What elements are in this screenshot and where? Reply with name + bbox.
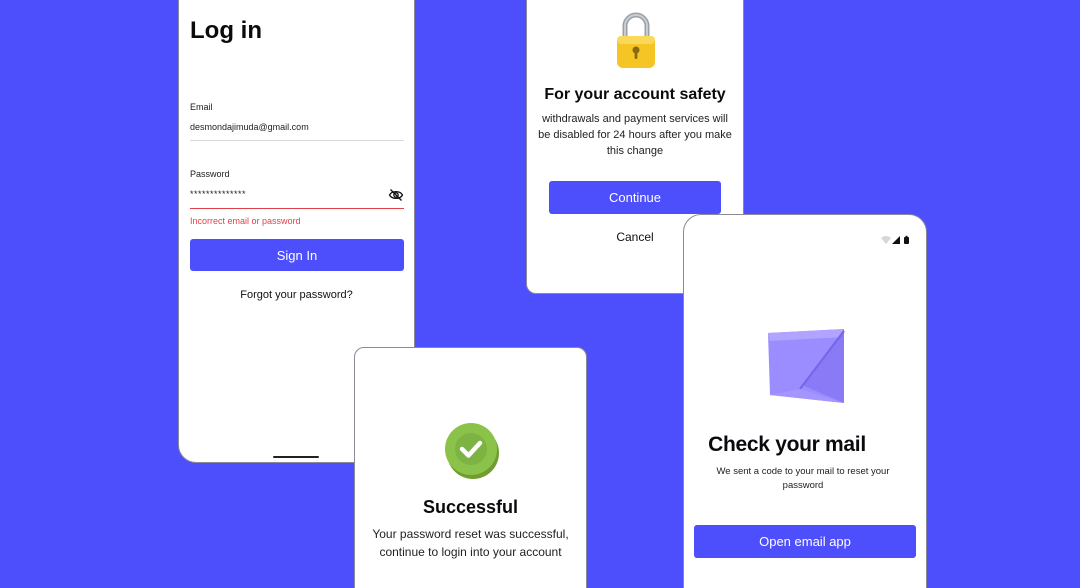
forgot-password-link[interactable]: Forgot your password? [179,289,414,301]
sign-in-button[interactable]: Sign In [190,239,404,271]
email-label: Email [190,102,213,112]
open-email-app-button[interactable]: Open email app [694,525,916,558]
mail-message: We sent a code to your mail to reset you… [716,466,890,491]
success-title: Successful [422,497,519,517]
login-title: Log in [190,17,262,44]
success-card: Successful Your password reset was succe… [354,347,587,588]
safety-message: withdrawals and payment services will be… [538,113,732,157]
continue-button[interactable]: Continue [549,181,721,214]
eye-off-icon[interactable] [388,187,404,203]
error-message: Incorrect email or password [190,216,301,226]
safety-title: For your account safety [544,86,726,103]
email-field[interactable]: desmondajimuda@gmail.com [190,117,404,141]
success-message: Your password reset was successful, cont… [372,527,569,559]
envelope-icon [764,327,846,407]
status-bar-icons [881,232,913,244]
password-field[interactable]: ************** [190,183,404,209]
mail-title: Check your mail [708,433,866,456]
padlock-icon [615,10,657,70]
password-label: Password [190,169,230,179]
email-value: desmondajimuda@gmail.com [190,122,309,132]
mail-card: Check your mail We sent a code to your m… [683,214,927,588]
password-value: ************** [190,189,247,199]
check-badge-icon [444,420,500,480]
home-indicator [273,456,319,458]
